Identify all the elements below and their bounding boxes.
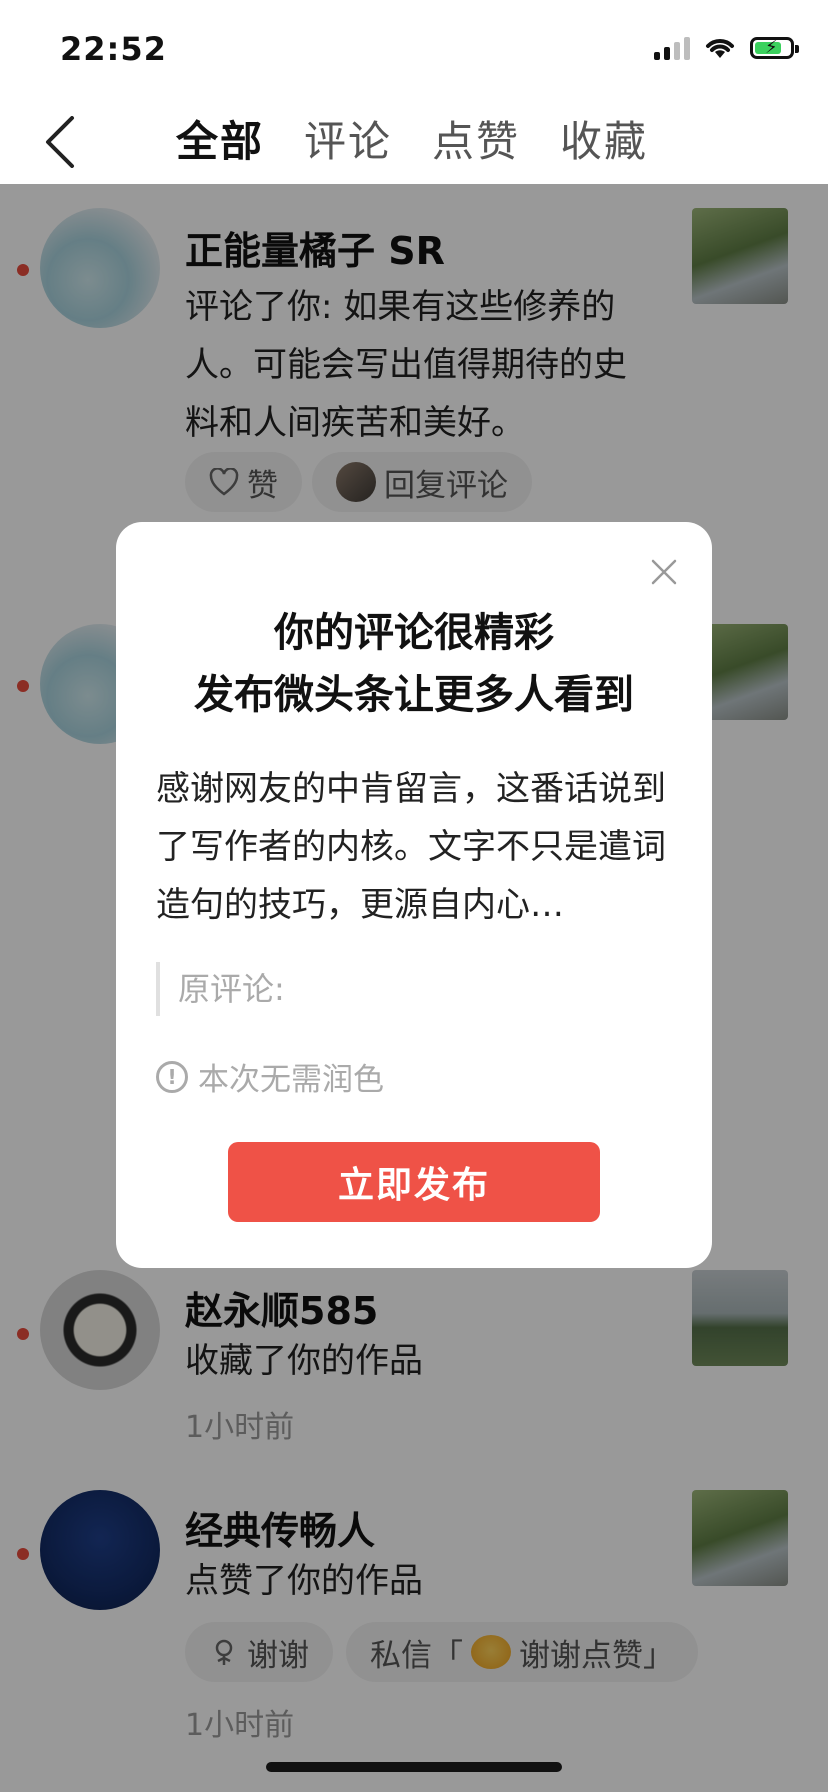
back-button[interactable] — [30, 110, 90, 174]
original-comment-label: 原评论: — [156, 962, 285, 1016]
tab-favorites[interactable]: 收藏 — [560, 110, 648, 174]
battery-icon: ⚡ — [750, 37, 799, 59]
dialog-title-line2: 发布微头条让更多人看到 — [194, 672, 634, 718]
close-icon — [651, 559, 677, 585]
tab-likes[interactable]: 点赞 — [432, 110, 520, 174]
tab-all[interactable]: 全部 — [176, 110, 264, 174]
status-bar: 22:52 ⚡ — [0, 0, 828, 100]
status-time: 22:52 — [60, 30, 167, 68]
publish-suggestion-dialog: 你的评论很精彩 发布微头条让更多人看到 感谢网友的中肯留言，这番话说到了写作者的… — [116, 522, 712, 1268]
polish-hint: ! 本次无需润色 — [156, 1054, 384, 1099]
wifi-icon — [706, 39, 734, 58]
home-indicator — [266, 1762, 562, 1772]
info-icon: ! — [156, 1060, 188, 1093]
close-button[interactable] — [644, 552, 684, 592]
chevron-left-icon — [46, 116, 74, 168]
dialog-title: 你的评论很精彩 发布微头条让更多人看到 — [116, 602, 712, 726]
dialog-title-line1: 你的评论很精彩 — [274, 610, 554, 656]
nav-bar: 全部 评论 点赞 收藏 — [0, 100, 828, 184]
tab-bar: 全部 评论 点赞 收藏 — [176, 110, 648, 174]
publish-button[interactable]: 立即发布 — [228, 1142, 600, 1222]
polished-comment-text: 感谢网友的中肯留言，这番话说到了写作者的内核。文字不只是遣词造句的技巧，更源自内… — [156, 769, 666, 925]
hint-text: 本次无需润色 — [198, 1062, 384, 1098]
status-icons: ⚡ — [654, 36, 799, 60]
signal-icon — [654, 36, 690, 60]
tab-comments[interactable]: 评论 — [304, 110, 392, 174]
